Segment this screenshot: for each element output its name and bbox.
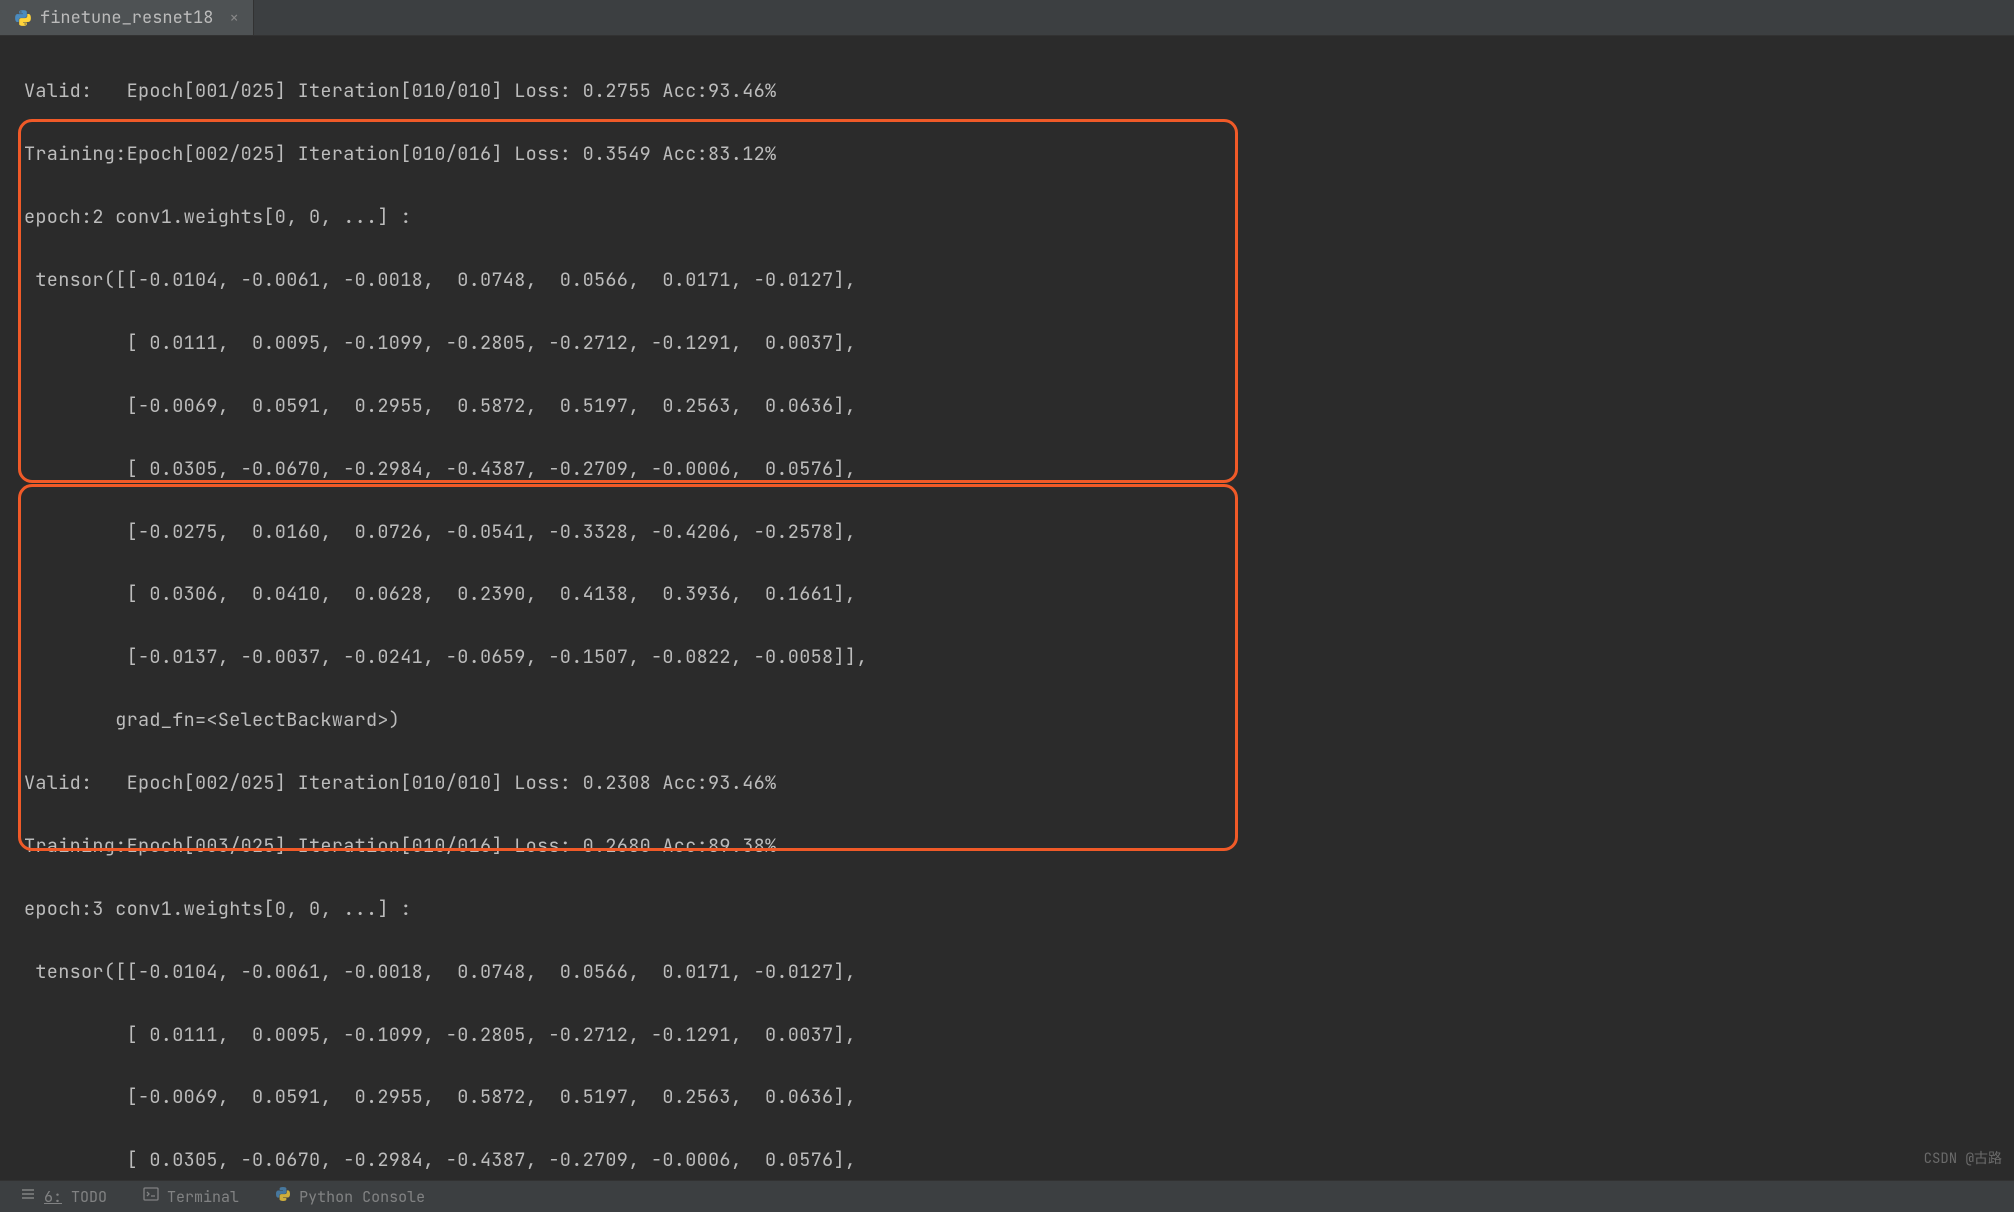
close-icon[interactable]: × xyxy=(229,7,239,28)
console-line: [ 0.0305, -0.0670, -0.2984, -0.4387, -0.… xyxy=(24,1144,2014,1175)
console-line: Training:Epoch[003/025] Iteration[010/01… xyxy=(24,830,2014,861)
todo-label: TODO xyxy=(71,1187,107,1207)
tool-todo[interactable]: 6: TODO xyxy=(20,1186,107,1207)
console-line: Training:Epoch[002/025] Iteration[010/01… xyxy=(24,138,2014,169)
console-line: Valid: Epoch[001/025] Iteration[010/010]… xyxy=(24,75,2014,106)
console-line: tensor([[-0.0104, -0.0061, -0.0018, 0.07… xyxy=(24,956,2014,987)
console-line: [-0.0069, 0.0591, 0.2955, 0.5872, 0.5197… xyxy=(24,390,2014,421)
terminal-label: Terminal xyxy=(167,1187,239,1207)
console-line: [ 0.0111, 0.0095, -0.1099, -0.2805, -0.2… xyxy=(24,1019,2014,1050)
tool-python-console[interactable]: Python Console xyxy=(275,1186,425,1207)
tab-label: finetune_resnet18 xyxy=(40,7,213,29)
console-line: [ 0.0306, 0.0410, 0.0628, 0.2390, 0.4138… xyxy=(24,578,2014,609)
console-line: Valid: Epoch[002/025] Iteration[010/010]… xyxy=(24,767,2014,798)
python-icon xyxy=(14,9,32,27)
todo-prefix: 6: xyxy=(44,1187,62,1207)
tab-bar: finetune_resnet18 × xyxy=(0,0,2014,36)
console-line: [ 0.0111, 0.0095, -0.1099, -0.2805, -0.2… xyxy=(24,327,2014,358)
console-output: Valid: Epoch[001/025] Iteration[010/010]… xyxy=(0,36,2014,1180)
python-icon xyxy=(275,1186,291,1207)
tab-finetune-resnet18[interactable]: finetune_resnet18 × xyxy=(0,0,254,35)
terminal-icon xyxy=(143,1186,159,1207)
console-content: Valid: Epoch[001/025] Iteration[010/010]… xyxy=(0,44,2014,1180)
console-line: [-0.0275, 0.0160, 0.0726, -0.0541, -0.33… xyxy=(24,516,2014,547)
python-console-label: Python Console xyxy=(299,1187,425,1207)
hamburger-icon xyxy=(20,1186,36,1207)
console-line: epoch:3 conv1.weights[0, 0, ...] : xyxy=(24,893,2014,924)
console-line: grad_fn=<SelectBackward>) xyxy=(24,704,2014,735)
console-line: [ 0.0305, -0.0670, -0.2984, -0.4387, -0.… xyxy=(24,453,2014,484)
console-line: tensor([[-0.0104, -0.0061, -0.0018, 0.07… xyxy=(24,264,2014,295)
watermark-text: CSDN @古路 xyxy=(1924,1148,2002,1168)
tool-terminal[interactable]: Terminal xyxy=(143,1186,239,1207)
console-line: [-0.0137, -0.0037, -0.0241, -0.0659, -0.… xyxy=(24,641,2014,672)
console-line: epoch:2 conv1.weights[0, 0, ...] : xyxy=(24,201,2014,232)
console-line: [-0.0069, 0.0591, 0.2955, 0.5872, 0.5197… xyxy=(24,1081,2014,1112)
bottom-tool-bar: 6: TODO Terminal Python Console xyxy=(0,1180,2014,1212)
